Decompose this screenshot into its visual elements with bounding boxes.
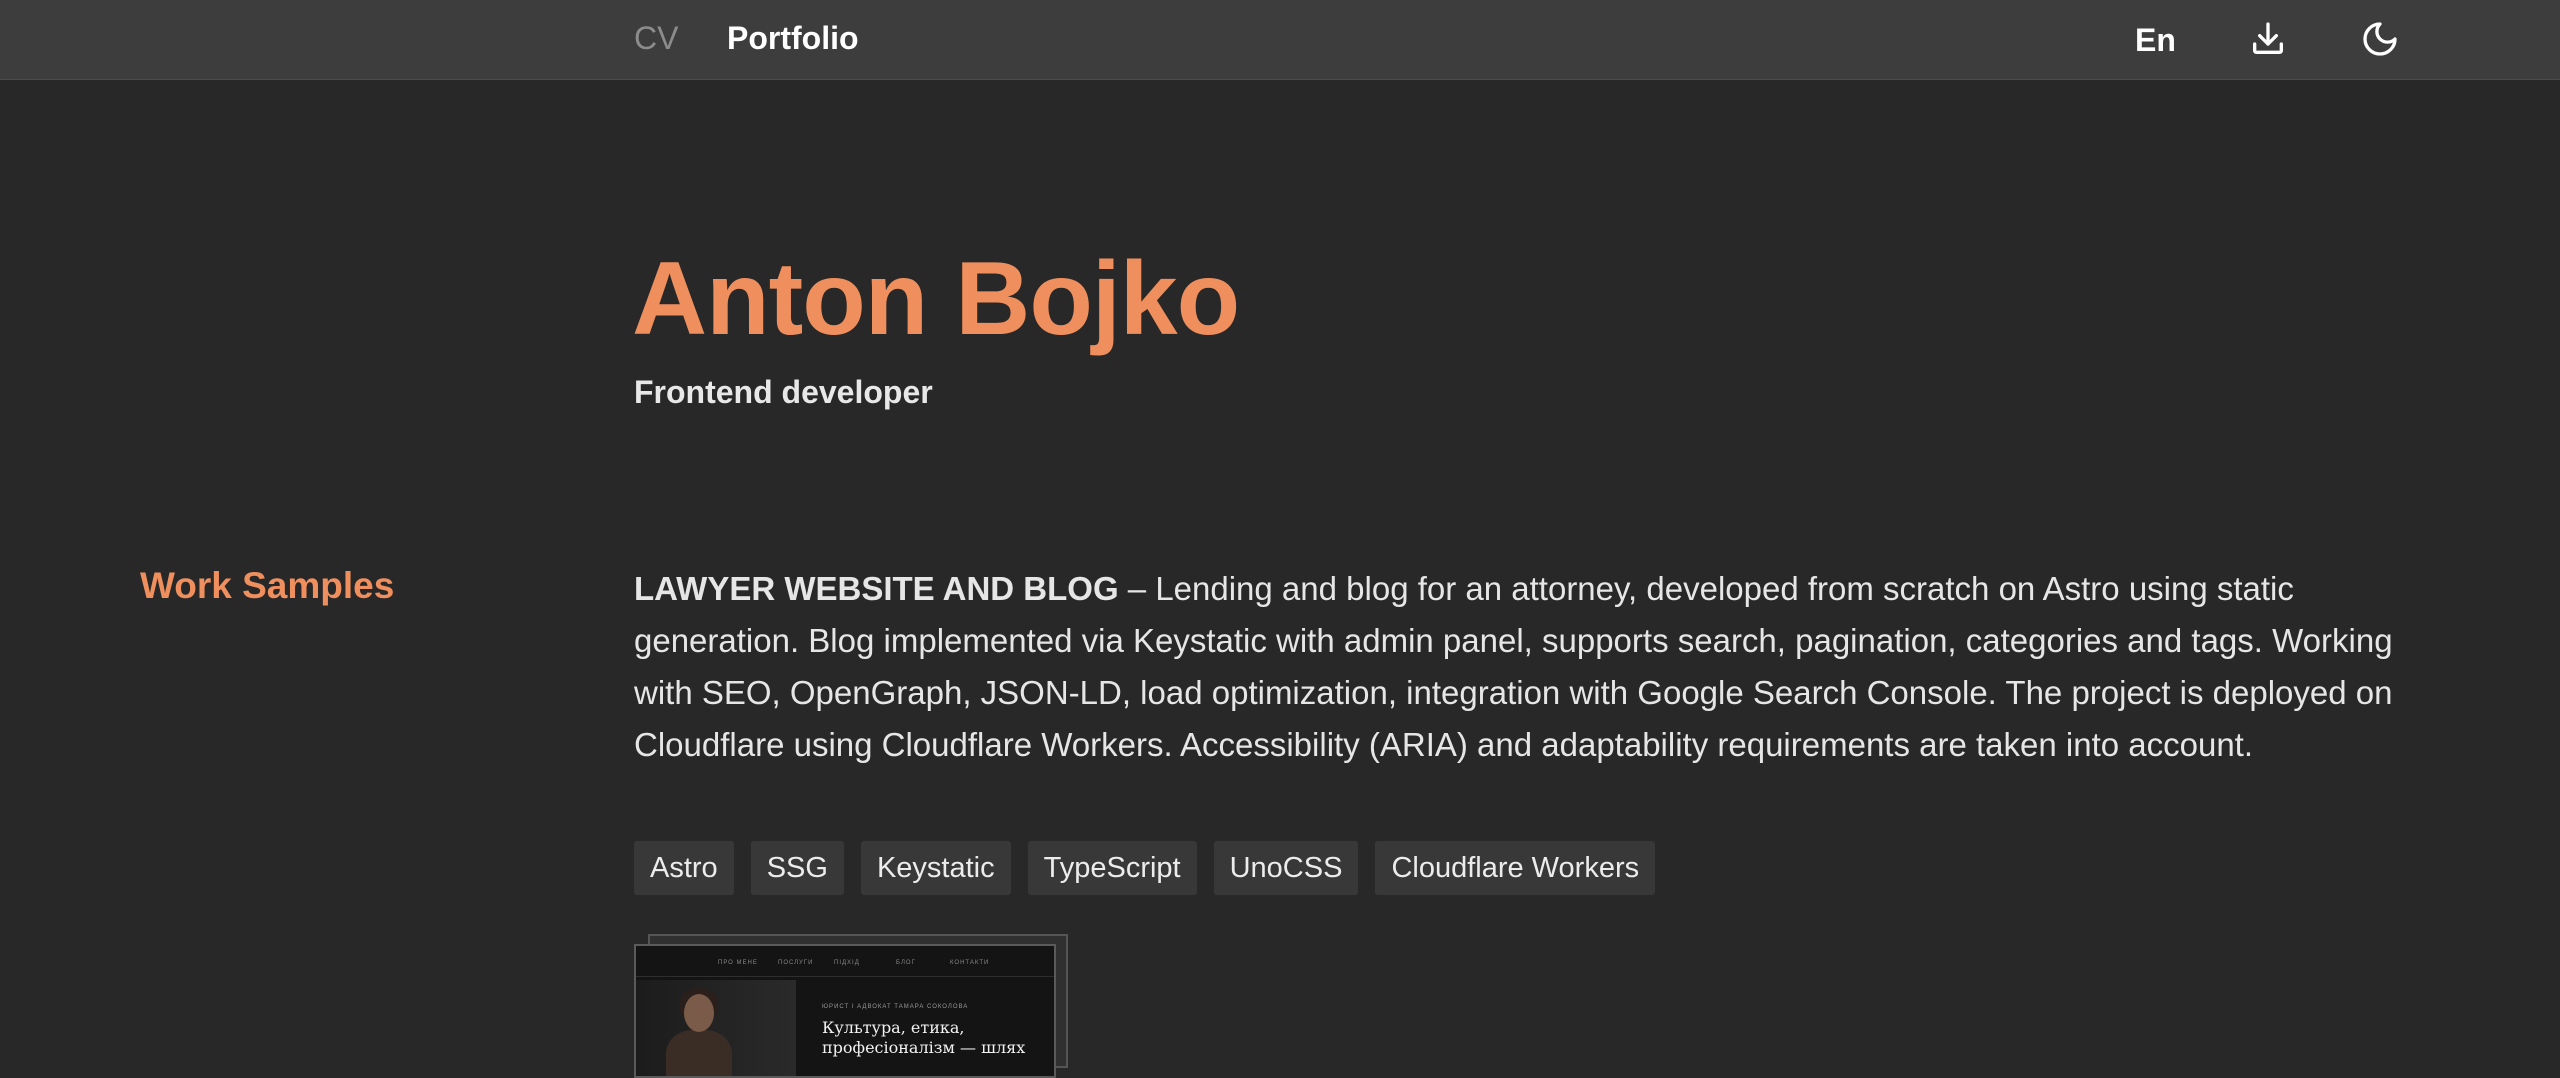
top-navigation-bar: CV Portfolio En: [0, 0, 2560, 80]
tag-list: Astro SSG Keystatic TypeScript UnoCSS Cl…: [634, 841, 1656, 895]
tag-typescript: TypeScript: [1027, 841, 1197, 895]
job-title: Frontend developer: [634, 374, 933, 410]
nav-link-cv[interactable]: CV: [634, 20, 678, 57]
portrait-body: [666, 1030, 732, 1076]
project-screenshot[interactable]: ПРО МЕНЕ ПОСЛУГИ ПІДХІД БЛОГ КОНТАКТИ ЮР…: [634, 944, 1056, 1078]
project-screenshot-gallery[interactable]: ПРО МЕНЕ ПОСЛУГИ ПІДХІД БЛОГ КОНТАКТИ ЮР…: [634, 934, 1068, 1078]
screenshot-portrait: [636, 980, 796, 1076]
screenshot-nav-item: ПРО МЕНЕ: [718, 960, 758, 966]
person-name: Anton Bojko: [632, 241, 1240, 357]
screenshot-headline: Культура, етика, професіоналізм — шлях: [822, 1018, 1026, 1057]
nav-link-portfolio[interactable]: Portfolio: [727, 20, 859, 57]
language-switcher[interactable]: En: [2135, 22, 2176, 59]
section-title-work-samples: Work Samples: [140, 565, 395, 606]
tag-keystatic: Keystatic: [860, 841, 1011, 895]
screenshot-nav-item: ПОСЛУГИ: [778, 960, 814, 966]
tag-unocss: UnoCSS: [1213, 841, 1359, 895]
work-sample-description: LAWYER WEBSITE AND BLOG – Lending and bl…: [634, 563, 2394, 771]
work-sample-title: LAWYER WEBSITE AND BLOG: [634, 570, 1119, 607]
title-separator: –: [1118, 570, 1156, 607]
screenshot-nav-item: КОНТАКТИ: [950, 960, 990, 966]
tag-astro: Astro: [634, 841, 734, 895]
screenshot-nav: ПРО МЕНЕ ПОСЛУГИ ПІДХІД БЛОГ КОНТАКТИ: [636, 960, 1054, 970]
portrait-face: [684, 994, 714, 1032]
moon-icon[interactable]: [2360, 19, 2400, 59]
screenshot-nav-item: ПІДХІД: [834, 960, 860, 966]
screenshot-kicker: ЮРИСТ І АДВОКАТ ТАМАРА СОКОЛОВА: [822, 1004, 969, 1010]
screenshot-nav-item: БЛОГ: [896, 960, 916, 966]
screenshot-divider: [636, 976, 1054, 977]
tag-ssg: SSG: [750, 841, 844, 895]
download-icon[interactable]: [2248, 19, 2288, 59]
tag-cloudflare-workers: Cloudflare Workers: [1375, 841, 1656, 895]
